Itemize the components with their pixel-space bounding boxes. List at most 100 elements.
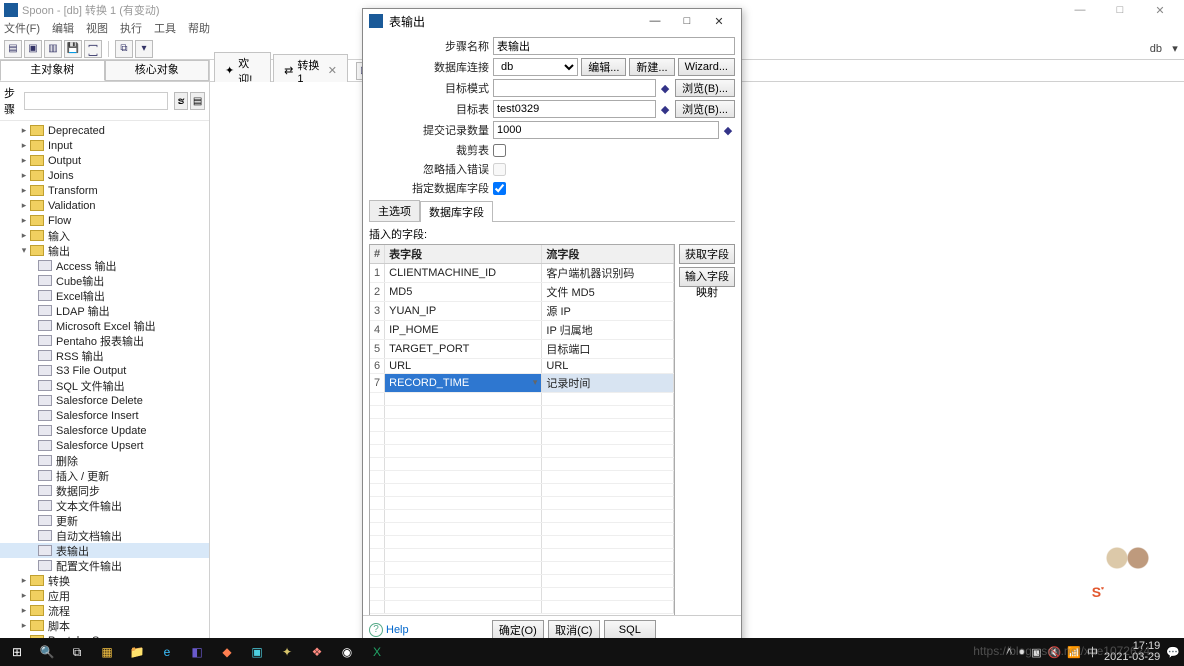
tree-transform[interactable]: ▸Transform bbox=[0, 183, 209, 198]
table-row[interactable]: 5TARGET_PORT目标端口 bbox=[370, 340, 674, 359]
table-row[interactable] bbox=[370, 575, 674, 588]
dialog-titlebar[interactable]: 表输出 — □ ✕ bbox=[363, 9, 741, 33]
tree-flow-cn[interactable]: ▸流程 bbox=[0, 603, 209, 618]
tree-output-cn[interactable]: ▾输出 bbox=[0, 243, 209, 258]
table-row[interactable]: 6URLURL bbox=[370, 359, 674, 374]
menu-tools[interactable]: 工具 bbox=[154, 20, 176, 38]
col-index[interactable]: # bbox=[370, 245, 385, 264]
table-row[interactable] bbox=[370, 562, 674, 575]
cancel-button[interactable]: 取消(C) bbox=[548, 620, 600, 640]
tab-db-fields[interactable]: 数据库字段 bbox=[420, 201, 493, 222]
commit-input[interactable] bbox=[493, 121, 719, 139]
tree-input-cn[interactable]: ▸输入 bbox=[0, 228, 209, 243]
menu-view[interactable]: 视图 bbox=[86, 20, 108, 38]
table-browse-button[interactable]: 浏览(B)... bbox=[675, 100, 735, 118]
app-icon[interactable]: ◆ bbox=[214, 641, 240, 663]
table-row[interactable] bbox=[370, 510, 674, 523]
table-input[interactable] bbox=[493, 100, 656, 118]
tree-leaf[interactable]: 数据同步 bbox=[0, 483, 209, 498]
app-icon[interactable]: ▣ bbox=[244, 641, 270, 663]
tree-joins[interactable]: ▸Joins bbox=[0, 168, 209, 183]
close-button[interactable]: ✕ bbox=[1140, 4, 1180, 17]
tree-script[interactable]: ▸脚本 bbox=[0, 618, 209, 633]
dropdown-icon[interactable]: ▾ bbox=[533, 377, 538, 388]
tree-leaf[interactable]: Access 输出 bbox=[0, 258, 209, 273]
variable-icon[interactable]: ◆ bbox=[658, 79, 672, 97]
excel-icon[interactable]: X bbox=[364, 641, 390, 663]
app-icon[interactable]: ▦ bbox=[94, 641, 120, 663]
search-clear-btn[interactable]: ຮ bbox=[174, 92, 189, 110]
table-row[interactable]: 3YUAN_IP源 IP bbox=[370, 302, 674, 321]
dialog-close[interactable]: ✕ bbox=[703, 15, 735, 28]
table-row[interactable] bbox=[370, 536, 674, 549]
variable-icon[interactable]: ◆ bbox=[721, 121, 735, 139]
tree-leaf[interactable]: Microsoft Excel 输出 bbox=[0, 318, 209, 333]
tree-leaf[interactable]: Excel输出 bbox=[0, 288, 209, 303]
app-icon[interactable]: ✦ bbox=[274, 641, 300, 663]
tab-core-objects[interactable]: 核心对象 bbox=[105, 60, 210, 81]
open-button[interactable]: ▣ bbox=[24, 40, 42, 58]
tree-leaf-tableoutput[interactable]: 表输出 bbox=[0, 543, 209, 558]
table-row[interactable]: 1CLIENTMACHINE_ID客户端机器识别码 bbox=[370, 264, 674, 283]
table-row[interactable]: 2MD5文件 MD5 bbox=[370, 283, 674, 302]
maximize-button[interactable]: □ bbox=[1100, 4, 1140, 16]
col-stream-field[interactable]: 流字段 bbox=[542, 245, 674, 264]
enter-mapping-button[interactable]: 输入字段映射 bbox=[679, 267, 735, 287]
edge-icon[interactable]: e bbox=[154, 641, 180, 663]
table-row[interactable] bbox=[370, 601, 674, 614]
menu-help[interactable]: 帮助 bbox=[188, 20, 210, 38]
new-button[interactable]: ▤ bbox=[4, 40, 22, 58]
db-perspective-label[interactable]: db bbox=[1150, 43, 1168, 55]
table-row[interactable]: 4IP_HOMEIP 归属地 bbox=[370, 321, 674, 340]
save-button[interactable]: 💾 bbox=[64, 40, 82, 58]
perspective-dd[interactable]: ▾ bbox=[135, 40, 153, 58]
tree-leaf[interactable]: SQL 文件输出 bbox=[0, 378, 209, 393]
tree-app[interactable]: ▸应用 bbox=[0, 588, 209, 603]
table-row[interactable] bbox=[370, 549, 674, 562]
tree-input[interactable]: ▸Input bbox=[0, 138, 209, 153]
dialog-minimize[interactable]: — bbox=[639, 15, 671, 27]
dialog-maximize[interactable]: □ bbox=[671, 15, 703, 27]
tab-main-options[interactable]: 主选项 bbox=[369, 200, 420, 221]
sql-button[interactable]: SQL bbox=[604, 620, 656, 640]
tree-leaf[interactable]: 更新 bbox=[0, 513, 209, 528]
table-row[interactable] bbox=[370, 393, 674, 406]
menu-file[interactable]: 文件(F) bbox=[4, 20, 40, 38]
table-row[interactable] bbox=[370, 471, 674, 484]
menu-edit[interactable]: 编辑 bbox=[52, 20, 74, 38]
table-row[interactable] bbox=[370, 445, 674, 458]
chrome-icon[interactable]: ◉ bbox=[334, 641, 360, 663]
steps-tree[interactable]: ▸Deprecated ▸Input ▸Output ▸Joins ▸Trans… bbox=[0, 121, 209, 640]
table-row[interactable] bbox=[370, 523, 674, 536]
tree-deprecated[interactable]: ▸Deprecated bbox=[0, 123, 209, 138]
table-row[interactable] bbox=[370, 406, 674, 419]
tree-leaf[interactable]: S3 File Output bbox=[0, 363, 209, 378]
tab-main-tree[interactable]: 主对象树 bbox=[0, 60, 105, 81]
app-icon[interactable]: ◧ bbox=[184, 641, 210, 663]
table-row[interactable] bbox=[370, 484, 674, 497]
tree-leaf[interactable]: 插入 / 更新 bbox=[0, 468, 209, 483]
tree-leaf[interactable]: Salesforce Delete bbox=[0, 393, 209, 408]
app-icon[interactable]: ❖ bbox=[304, 641, 330, 663]
schema-browse-button[interactable]: 浏览(B)... bbox=[675, 79, 735, 97]
fields-grid[interactable]: # 表字段 流字段 1CLIENTMACHINE_ID客户端机器识别码 2MD5… bbox=[369, 244, 675, 615]
tree-leaf[interactable]: LDAP 输出 bbox=[0, 303, 209, 318]
table-row[interactable] bbox=[370, 419, 674, 432]
connection-edit-button[interactable]: 编辑... bbox=[581, 58, 626, 76]
file-explorer-icon[interactable]: 📁 bbox=[124, 641, 150, 663]
expand-all-btn[interactable]: ▤ bbox=[190, 92, 205, 110]
tree-leaf[interactable]: Salesforce Update bbox=[0, 423, 209, 438]
start-button[interactable]: ⊞ bbox=[4, 641, 30, 663]
table-row[interactable]: 7RECORD_TIME▾记录时间 bbox=[370, 374, 674, 393]
tree-output-en[interactable]: ▸Output bbox=[0, 153, 209, 168]
connection-select[interactable]: db bbox=[493, 58, 578, 76]
col-table-field[interactable]: 表字段 bbox=[385, 245, 542, 264]
step-name-input[interactable] bbox=[493, 37, 735, 55]
variable-icon[interactable]: ◆ bbox=[658, 100, 672, 118]
table-row[interactable] bbox=[370, 497, 674, 510]
perspective-btn[interactable]: ⧉ bbox=[115, 40, 133, 58]
connection-new-button[interactable]: 新建... bbox=[629, 58, 674, 76]
db-perspective-dropdown[interactable]: ▾ bbox=[1170, 42, 1180, 55]
notifications-icon[interactable]: 💬 bbox=[1166, 646, 1180, 659]
schema-input[interactable] bbox=[493, 79, 656, 97]
